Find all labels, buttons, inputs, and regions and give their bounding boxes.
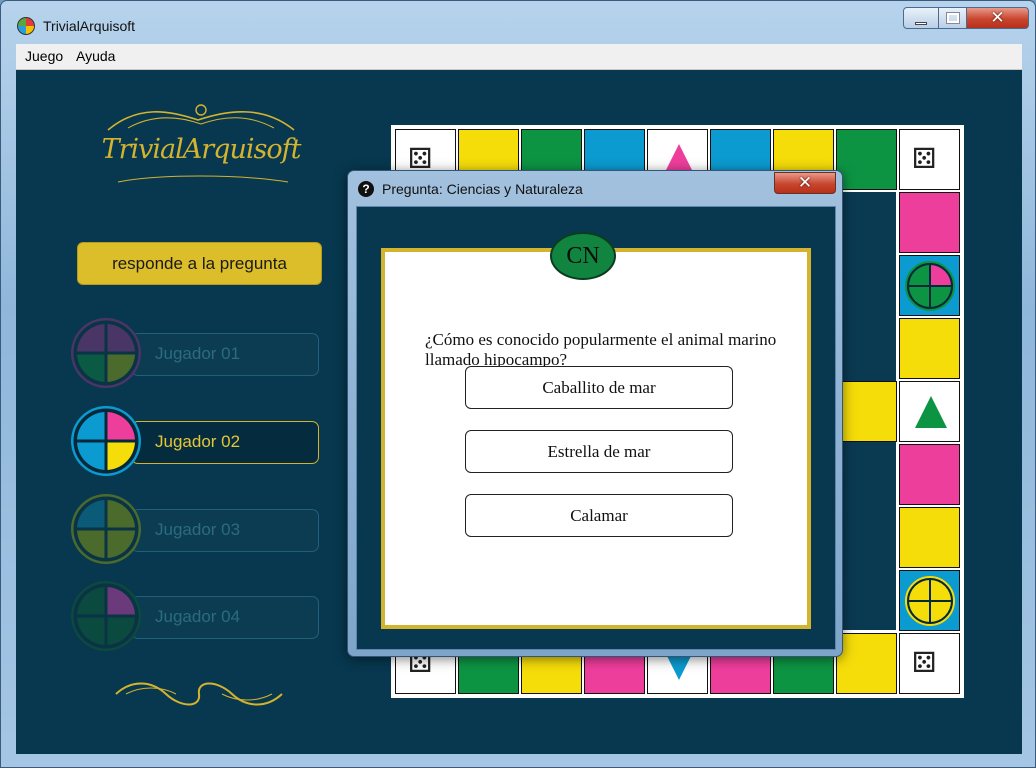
dialog-close-button[interactable]: ✕ xyxy=(774,172,836,194)
player-token-icon xyxy=(71,494,141,564)
close-button[interactable]: ✕ xyxy=(967,7,1029,29)
question-card: ¿Cómo es conocido popularmente el animal… xyxy=(381,248,811,629)
dialog-title: Pregunta: Ciencias y Naturaleza xyxy=(382,181,583,197)
dice-icon: ⚄ xyxy=(912,142,937,175)
answer-button-3[interactable]: Calamar xyxy=(465,494,733,537)
player-3[interactable]: Jugador 03 xyxy=(71,494,321,564)
menu-ayuda[interactable]: Ayuda xyxy=(76,48,115,64)
minimize-button[interactable] xyxy=(903,7,939,29)
app-icon xyxy=(17,17,35,35)
menu-bar: Juego Ayuda xyxy=(16,44,1022,70)
board-cell-token[interactable] xyxy=(899,570,960,631)
board-cell[interactable] xyxy=(899,507,960,568)
wedge-triangle-icon xyxy=(915,396,947,428)
board-cell-corner[interactable]: ⚄ xyxy=(899,633,960,694)
logo: TrivialArquisoft xyxy=(98,100,304,190)
board-cell[interactable] xyxy=(899,444,960,505)
dice-icon: ⚄ xyxy=(912,646,937,679)
window-controls: ✕ xyxy=(903,7,1029,29)
board-cell-token[interactable] xyxy=(899,255,960,316)
player-token-icon xyxy=(905,576,955,626)
minimize-icon xyxy=(915,21,927,25)
board-cell-wedge[interactable] xyxy=(899,381,960,442)
player-token-icon xyxy=(71,581,141,651)
question-text: ¿Cómo es conocido popularmente el animal… xyxy=(425,330,777,369)
player-name: Jugador 03 xyxy=(155,520,241,539)
close-icon: ✕ xyxy=(797,173,813,193)
question-dialog: ? Pregunta: Ciencias y Naturaleza ✕ ¿Cóm… xyxy=(347,170,843,657)
maximize-icon xyxy=(945,12,960,24)
board-cell[interactable] xyxy=(836,381,897,442)
player-2[interactable]: Jugador 02 xyxy=(71,406,321,476)
board-cell[interactable] xyxy=(836,129,897,190)
respond-question-button[interactable]: responde a la pregunta xyxy=(77,242,322,285)
board-cell[interactable] xyxy=(899,318,960,379)
answer-button-1[interactable]: Caballito de mar xyxy=(465,366,733,409)
bottom-flourish-icon xyxy=(115,682,283,706)
window-title: TrivialArquisoft xyxy=(43,18,136,34)
board-cell-corner[interactable]: ⚄ xyxy=(899,129,960,190)
player-1[interactable]: Jugador 01 xyxy=(71,318,321,388)
dialog-body: ¿Cómo es conocido popularmente el animal… xyxy=(356,206,836,650)
menu-juego[interactable]: Juego xyxy=(25,48,63,64)
board-cell[interactable] xyxy=(899,192,960,253)
player-name: Jugador 04 xyxy=(155,607,241,626)
close-icon: ✕ xyxy=(990,8,1005,28)
player-name: Jugador 02 xyxy=(155,432,241,451)
player-4[interactable]: Jugador 04 xyxy=(71,581,321,651)
player-token-icon xyxy=(71,406,141,476)
player-token-icon xyxy=(905,261,955,311)
player-token-icon xyxy=(71,318,141,388)
category-badge: CN xyxy=(550,232,616,280)
question-icon: ? xyxy=(358,181,374,197)
answer-button-2[interactable]: Estrella de mar xyxy=(465,430,733,473)
maximize-button[interactable] xyxy=(939,7,967,29)
title-bar: TrivialArquisoft ✕ xyxy=(1,1,1035,43)
board-cell[interactable] xyxy=(836,633,897,694)
logo-text: TrivialArquisoft xyxy=(101,134,302,165)
player-name: Jugador 01 xyxy=(155,344,241,363)
